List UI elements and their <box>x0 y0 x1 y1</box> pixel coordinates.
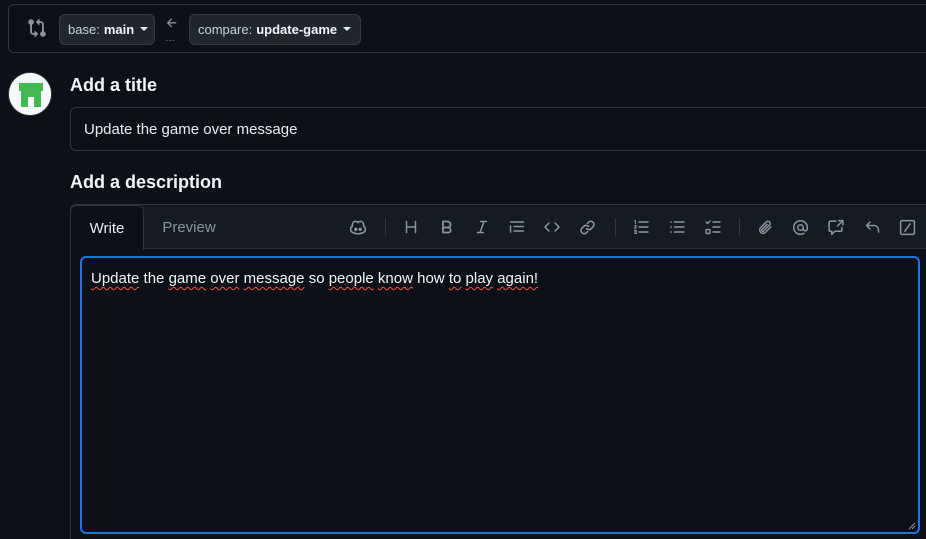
slash-command-icon[interactable] <box>897 217 917 237</box>
pull-request-form: base: main … compare: update-game Add a … <box>0 0 926 539</box>
compare-branch-value: update-game <box>256 22 338 37</box>
link-icon[interactable] <box>577 217 597 237</box>
mention-icon[interactable] <box>790 217 810 237</box>
copilot-icon[interactable] <box>348 217 368 237</box>
body-word: people <box>328 270 374 287</box>
resize-grip-icon[interactable] <box>908 522 916 530</box>
body-word: the <box>143 270 165 287</box>
body-word: so <box>308 270 325 287</box>
body-word: Update <box>91 270 140 287</box>
attach-icon[interactable] <box>755 217 775 237</box>
arrow-left-icon <box>165 16 179 30</box>
bold-icon[interactable] <box>437 217 457 237</box>
task-list-icon[interactable] <box>703 217 723 237</box>
title-input[interactable] <box>70 107 926 151</box>
toolbar-divider <box>615 218 616 236</box>
caret-down-icon <box>140 26 149 31</box>
compare-direction: … <box>165 16 179 46</box>
cross-reference-icon[interactable] <box>826 217 846 237</box>
base-branch-key: base: <box>68 22 100 37</box>
description-textarea[interactable]: Update the game over message so people k… <box>80 256 920 534</box>
italic-icon[interactable] <box>472 217 492 237</box>
branch-compare-bar: base: main … compare: update-game <box>8 4 926 53</box>
heading-icon[interactable] <box>401 217 421 237</box>
body-word: know <box>377 270 413 287</box>
markdown-editor: Write Preview Update the game over messa… <box>70 204 926 539</box>
avatar[interactable] <box>8 72 52 116</box>
ellipsis: … <box>165 33 175 44</box>
body-word: game <box>168 270 207 287</box>
title-label: Add a title <box>70 75 158 95</box>
numbered-list-icon[interactable] <box>631 217 651 237</box>
body-word: how <box>417 270 445 287</box>
undo-icon[interactable] <box>862 217 882 237</box>
editor-header: Write Preview <box>70 205 926 250</box>
toolbar-divider <box>385 218 386 236</box>
description-body-text: Update the game over message so people k… <box>91 270 538 287</box>
base-branch-value: main <box>103 22 135 37</box>
body-word: again! <box>497 270 539 287</box>
compare-branch-select[interactable]: compare: update-game <box>189 14 361 45</box>
git-compare-icon <box>27 18 47 38</box>
unordered-list-icon[interactable] <box>667 217 687 237</box>
body-word: play <box>465 270 494 287</box>
quote-icon[interactable] <box>507 217 527 237</box>
body-word: to <box>448 270 462 287</box>
tab-write[interactable]: Write <box>70 205 144 250</box>
description-label: Add a description <box>70 172 223 192</box>
base-branch-select[interactable]: base: main <box>59 14 155 45</box>
toolbar-divider <box>739 218 740 236</box>
code-icon[interactable] <box>542 217 562 237</box>
tab-preview[interactable]: Preview <box>151 205 227 249</box>
body-word: message <box>243 270 305 287</box>
compare-branch-key: compare: <box>198 22 253 37</box>
caret-down-icon <box>343 26 352 31</box>
body-word: over <box>210 270 240 287</box>
